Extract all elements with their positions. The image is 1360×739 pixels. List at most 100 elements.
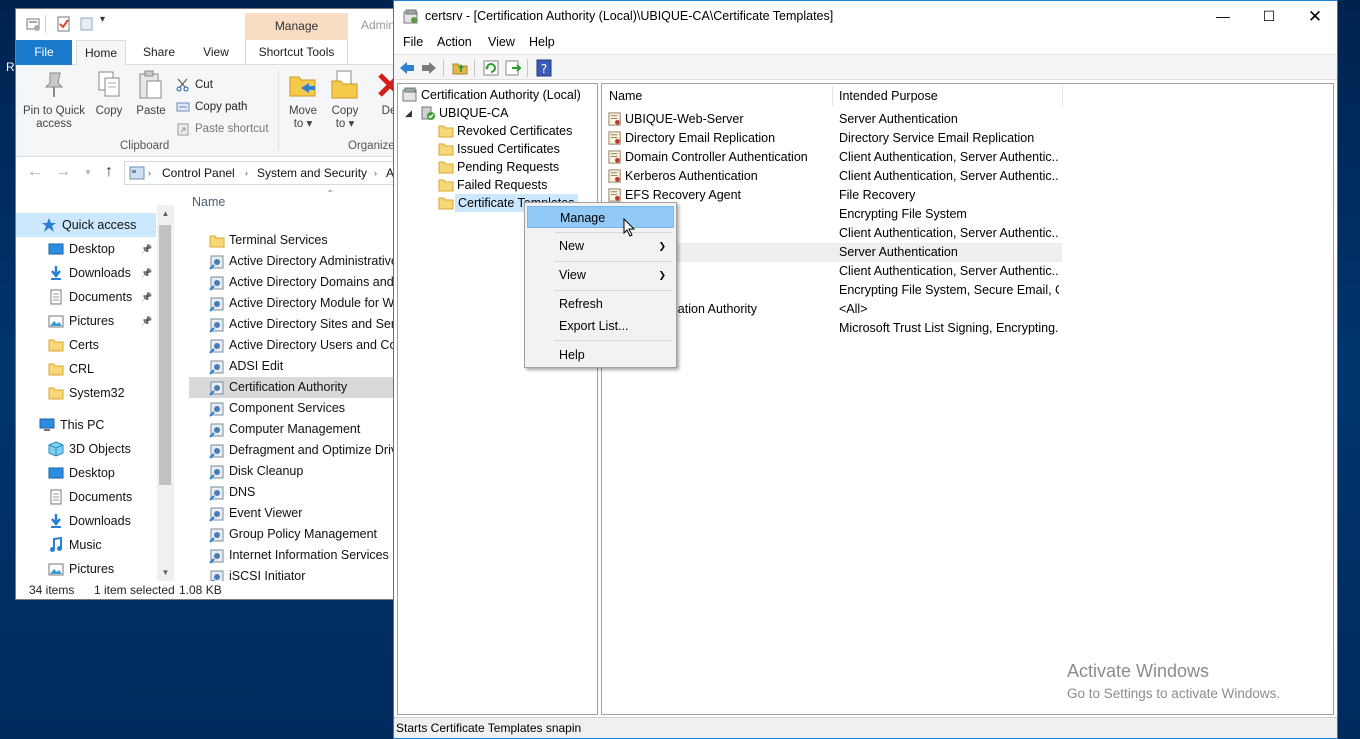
nav-item[interactable]: Pictures 📌 <box>16 309 156 333</box>
move-to-button[interactable]: Move to ▾ <box>284 69 322 131</box>
nav-item[interactable]: 3D Objects <box>16 437 156 461</box>
template-name: Domain Controller Authentication <box>625 150 808 164</box>
table-row[interactable]: Kerberos Authentication Client Authentica… <box>602 167 1062 186</box>
table-row[interactable]: UBIQUE-Web-Server Server Authentication <box>602 110 1062 129</box>
nav-item[interactable]: Certs <box>16 333 156 357</box>
tab-file[interactable]: File <box>16 40 72 65</box>
nav-item[interactable]: Documents <box>16 485 156 509</box>
breadcrumb-system-and-security[interactable]: System and Security <box>257 162 367 184</box>
copy-button[interactable]: Copy <box>92 69 126 118</box>
nav-item[interactable]: Music <box>16 533 156 557</box>
back-icon[interactable] <box>398 59 416 77</box>
nav-item[interactable]: Documents 📌 <box>16 285 156 309</box>
table-row[interactable]: Directory Email Replication Directory Ser… <box>602 129 1062 148</box>
column-separator[interactable] <box>832 86 833 106</box>
copy-to-button[interactable]: Copy to ▾ <box>326 69 364 131</box>
breadcrumb-chevron-icon[interactable]: › <box>245 162 248 184</box>
up-one-level-icon[interactable] <box>451 59 469 77</box>
forward-arrow-icon[interactable]: → <box>54 163 72 181</box>
file-item[interactable]: Certification Authority <box>189 377 394 398</box>
menu-item-help[interactable]: Help <box>527 344 674 366</box>
file-item[interactable]: Active Directory Users and Compu <box>189 335 394 356</box>
menu-file[interactable]: File <box>403 35 423 49</box>
file-item[interactable]: Disk Cleanup <box>189 461 394 482</box>
breadcrumb-chevron-icon[interactable]: › <box>148 162 151 184</box>
nav-item[interactable]: Downloads 📌 <box>16 261 156 285</box>
breadcrumb-control-panel[interactable]: Control Panel <box>162 162 235 184</box>
tab-home[interactable]: Home <box>76 40 126 66</box>
file-item[interactable]: iSCSI Initiator <box>189 566 394 581</box>
nav-item[interactable]: System32 <box>16 381 156 405</box>
nav-item[interactable]: Desktop 📌 <box>16 237 156 261</box>
column-separator[interactable] <box>1062 86 1063 106</box>
nav-item[interactable]: Desktop <box>16 461 156 485</box>
nav-item[interactable]: This PC <box>16 413 156 437</box>
file-item[interactable]: Internet Information Services (IIS) I <box>189 545 394 566</box>
tab-shortcut-tools[interactable]: Shortcut Tools <box>245 40 348 65</box>
qat-customize-icon[interactable]: ▾ <box>100 14 105 25</box>
refresh-icon[interactable] <box>482 59 500 77</box>
nav-item[interactable]: Quick access <box>16 213 156 237</box>
copy-path-button[interactable]: Copy path <box>176 97 247 117</box>
help-icon[interactable]: ? <box>535 59 553 77</box>
up-arrow-icon[interactable]: ↑ <box>100 163 118 181</box>
file-item[interactable]: Event Viewer <box>189 503 394 524</box>
cut-button[interactable]: Cut <box>176 75 213 95</box>
table-row[interactable]: Domain Controller Authentication Client A… <box>602 148 1062 167</box>
nav-item[interactable]: CRL <box>16 357 156 381</box>
menu-help[interactable]: Help <box>529 35 555 49</box>
address-bar[interactable]: › Control Panel › System and Security › … <box>124 161 394 185</box>
scroll-up-icon[interactable]: ▲ <box>157 205 174 222</box>
breadcrumb-chevron-icon[interactable]: › <box>374 162 377 184</box>
collapse-chevron-icon[interactable]: ◢ <box>405 108 412 119</box>
column-header-name[interactable]: Name <box>609 84 642 108</box>
file-item[interactable]: Active Directory Module for Windo <box>189 293 394 314</box>
file-item[interactable]: Group Policy Management <box>189 524 394 545</box>
admin-tool-icon <box>209 548 225 564</box>
scroll-thumb[interactable] <box>159 225 171 485</box>
column-header-name[interactable]: Name <box>192 195 225 209</box>
template-name: Directory Email Replication <box>625 131 776 145</box>
close-icon[interactable]: ✕ <box>1292 1 1337 32</box>
menu-view[interactable]: View <box>488 35 515 49</box>
paste-shortcut-button[interactable]: Paste shortcut <box>176 119 269 139</box>
back-arrow-icon[interactable]: ← <box>26 163 44 181</box>
recent-locations-chevron-icon[interactable]: ▾ <box>82 163 94 181</box>
column-header-intended-purpose[interactable]: Intended Purpose <box>839 84 938 108</box>
file-item[interactable]: Active Directory Domains and Trus <box>189 272 394 293</box>
file-item[interactable]: Active Directory Administrative Ce <box>189 251 394 272</box>
delete-button[interactable]: De <box>374 69 394 118</box>
menu-item-view[interactable]: View ❯ <box>527 264 674 286</box>
menu-item-export-list[interactable]: Export List... <box>527 315 674 337</box>
admin-tool-icon <box>209 422 225 438</box>
nav-item-label: Desktop <box>69 242 115 256</box>
checkmark-document-icon[interactable] <box>56 16 72 32</box>
nav-pane-scrollbar[interactable]: ▲ ▼ <box>157 205 174 581</box>
menu-item-new[interactable]: New ❯ <box>527 235 674 257</box>
nav-item[interactable]: Downloads <box>16 509 156 533</box>
pin-to-quick-access-button[interactable]: Pin to Quick access <box>22 69 86 131</box>
maximize-icon[interactable]: ☐ <box>1246 1 1292 32</box>
file-item[interactable]: DNS <box>189 482 394 503</box>
nav-item[interactable]: Pictures <box>16 557 156 581</box>
scroll-down-icon[interactable]: ▼ <box>157 564 174 581</box>
file-item[interactable]: ADSI Edit <box>189 356 394 377</box>
tab-share[interactable]: Share <box>134 40 184 65</box>
file-item[interactable]: Computer Management <box>189 419 394 440</box>
file-item[interactable]: Terminal Services <box>189 230 394 251</box>
ribbon-tabs: File Home Share View Shortcut Tools <box>16 40 394 66</box>
file-item[interactable]: Defragment and Optimize Drives <box>189 440 394 461</box>
menu-item-refresh[interactable]: Refresh <box>527 293 674 315</box>
tab-view[interactable]: View <box>191 40 241 65</box>
paste-button[interactable]: Paste <box>133 69 169 118</box>
file-item[interactable]: Active Directory Sites and Services <box>189 314 394 335</box>
menu-item-manage[interactable]: Manage <box>527 206 674 228</box>
menu-action[interactable]: Action <box>437 35 472 49</box>
manage-contextual-tab-header[interactable]: Manage <box>245 13 348 40</box>
properties-icon[interactable] <box>25 16 41 32</box>
file-item[interactable]: Component Services <box>189 398 394 419</box>
minimize-icon[interactable]: — <box>1200 1 1246 32</box>
export-list-icon[interactable] <box>504 59 522 77</box>
new-folder-icon[interactable] <box>79 16 95 32</box>
forward-icon[interactable] <box>420 59 438 77</box>
